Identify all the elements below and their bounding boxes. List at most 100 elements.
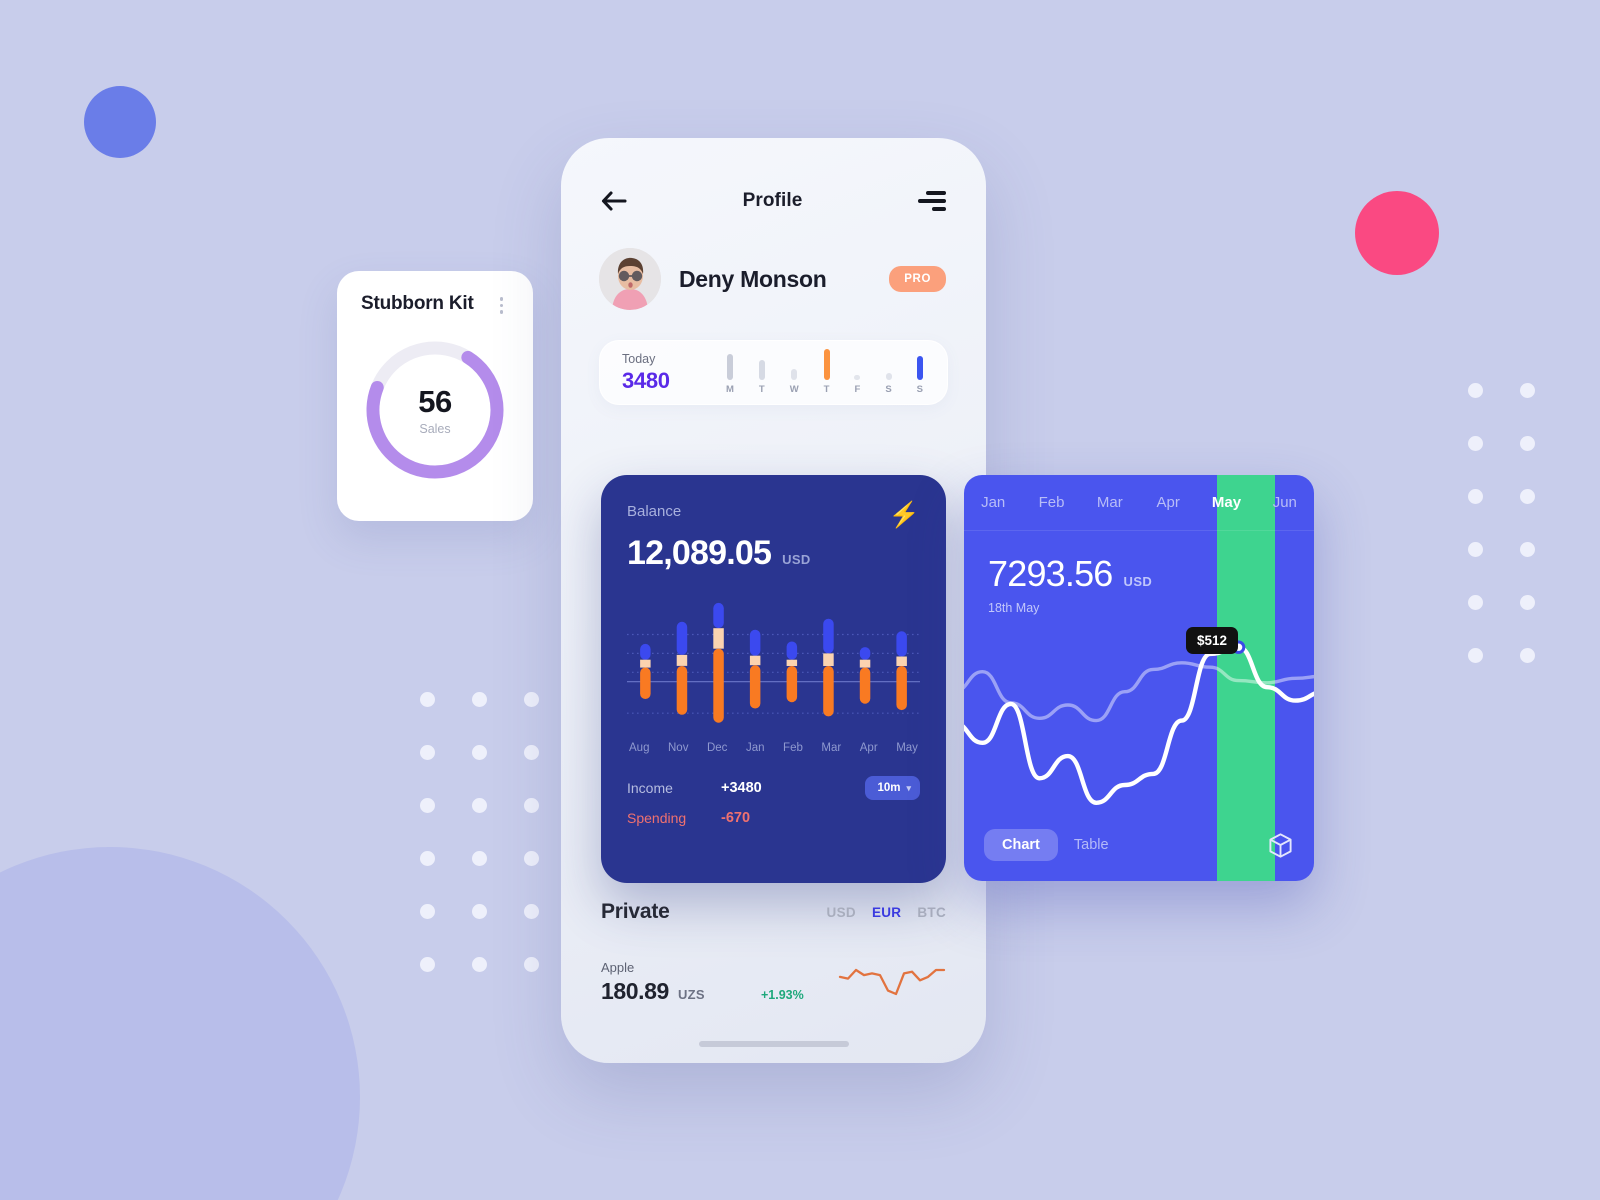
decor-dot [472, 957, 487, 972]
weekly-bar-3: T [823, 348, 830, 395]
decor-dot [1468, 383, 1483, 398]
weekly-bar-6: S [917, 349, 923, 395]
weekly-bar-0: M [726, 349, 734, 395]
month-tab-may[interactable]: May [1197, 494, 1255, 511]
decor-dot [420, 851, 435, 866]
phone-mockup: Profile Deny Monson PRO Today 3480 M T W… [561, 138, 986, 1063]
private-header: Private USD EUR BTC [601, 900, 946, 924]
weekly-bar-label: S [916, 383, 923, 395]
decor-blue-circle [84, 86, 156, 158]
currency-tabs: USD EUR BTC [827, 905, 946, 920]
decor-dot [1520, 595, 1535, 610]
weekly-bar-label: T [758, 383, 765, 395]
user-avatar[interactable] [599, 248, 661, 310]
decor-dot [1520, 383, 1535, 398]
candlestick-month-0: Aug [629, 742, 650, 754]
decor-dot [1520, 436, 1535, 451]
today-summary-left: Today 3480 [622, 352, 726, 394]
kit-card-header: Stubborn Kit [361, 293, 509, 318]
weekly-bar-label: M [726, 383, 734, 395]
filter-menu-icon[interactable] [917, 191, 946, 211]
period-selector[interactable]: 10m ▾ [865, 776, 920, 800]
balance-amount: 12,089.05 [627, 534, 772, 572]
apple-sparkline [838, 964, 946, 1003]
weekly-bar-1: T [758, 349, 765, 395]
decor-dot [420, 957, 435, 972]
asset-currency: UZS [677, 987, 705, 1002]
decor-dot [472, 851, 487, 866]
decor-dot-grid-right [1468, 383, 1572, 701]
decor-dot [472, 798, 487, 813]
weekly-bar-fill [916, 355, 923, 380]
weekly-bar-chart: MTWTFSS [726, 348, 923, 397]
value-tooltip: $512 [1186, 627, 1239, 654]
app-canvas: Stubborn Kit 56 Sales Profile Deny Monso… [0, 0, 1600, 1200]
tab-table[interactable]: Table [1058, 829, 1125, 861]
tab-chart[interactable]: Chart [984, 829, 1058, 861]
month-tab-feb[interactable]: Feb [1022, 494, 1080, 511]
home-indicator[interactable] [698, 1041, 849, 1047]
monthly-amount: 7293.56 [988, 553, 1113, 594]
status-badge[interactable]: PRO [889, 266, 946, 292]
decor-dot-grid-left [420, 692, 576, 1010]
weekly-bar-fill [854, 374, 861, 380]
weekly-bar-2: W [790, 349, 799, 395]
decor-dot [524, 904, 539, 919]
monthly-amount-row: 7293.56 USD [988, 553, 1290, 595]
private-section: Private USD EUR BTC Apple 180.89 UZS +1.93… [561, 900, 986, 1005]
month-tab-jun[interactable]: Jun [1256, 494, 1314, 511]
line-chart-svg [964, 640, 1314, 805]
decor-dot [420, 745, 435, 760]
balance-card: Balance ⚡ 12,089.05 USD Aug Nov Dec Jan Feb M… [601, 475, 946, 883]
back-arrow-icon[interactable] [601, 190, 627, 212]
asset-row[interactable]: Apple 180.89 UZS +1.93% [601, 960, 946, 1005]
candlestick-month-4: Feb [783, 742, 803, 754]
weekly-bar-fill [885, 372, 892, 380]
weekly-bar-fill [823, 348, 830, 380]
decor-dot [1468, 489, 1483, 504]
spending-label: Spending [627, 810, 687, 826]
month-tab-apr[interactable]: Apr [1139, 494, 1197, 511]
chevron-down-icon: ▾ [906, 782, 911, 793]
phone-header: Profile [561, 138, 986, 212]
cube-3d-icon[interactable] [1267, 832, 1294, 859]
month-tab-mar[interactable]: Mar [1081, 494, 1139, 511]
private-title: Private [601, 900, 670, 923]
page-title: Profile [742, 190, 803, 211]
currency-tab-eur[interactable]: EUR [872, 905, 901, 920]
donut-center-label: 56 Sales [361, 336, 509, 484]
asset-info: Apple 180.89 UZS [601, 960, 761, 1005]
decor-dot [1520, 648, 1535, 663]
kebab-menu-icon[interactable] [494, 293, 510, 318]
profile-row: Deny Monson PRO [561, 212, 986, 310]
currency-tab-usd[interactable]: USD [827, 905, 856, 920]
month-tab-jan[interactable]: Jan [964, 494, 1022, 511]
decor-dot [420, 692, 435, 707]
currency-tab-btc[interactable]: BTC [917, 905, 946, 920]
decor-dot [524, 851, 539, 866]
sparkline-svg [838, 968, 946, 996]
today-value: 3480 [622, 367, 670, 393]
candlestick-month-3: Jan [745, 742, 765, 754]
decor-dot [524, 692, 539, 707]
today-summary-card: Today 3480 M T W T F S S [599, 340, 948, 405]
decor-dot [1520, 489, 1535, 504]
weekly-bar-label: S [885, 383, 892, 395]
decor-dot [1468, 542, 1483, 557]
line-chart [964, 605, 1314, 835]
candlestick-month-1: Nov [668, 742, 689, 754]
decor-dot [524, 745, 539, 760]
weekly-bar-fill [758, 359, 765, 380]
decor-pink-circle [1355, 191, 1439, 275]
candlestick-month-2: Dec [706, 742, 728, 754]
candlestick-month-7: May [896, 742, 918, 754]
income-label: Income [627, 780, 673, 796]
today-label: Today [622, 351, 656, 366]
chart-card-footer: Chart Table [964, 829, 1314, 861]
decor-dot [524, 798, 539, 813]
candlestick-svg [627, 602, 920, 723]
kit-card-title: Stubborn Kit [361, 293, 474, 314]
decor-dot [472, 745, 487, 760]
decor-dot [472, 904, 487, 919]
asset-price: 180.89 [601, 978, 669, 1004]
